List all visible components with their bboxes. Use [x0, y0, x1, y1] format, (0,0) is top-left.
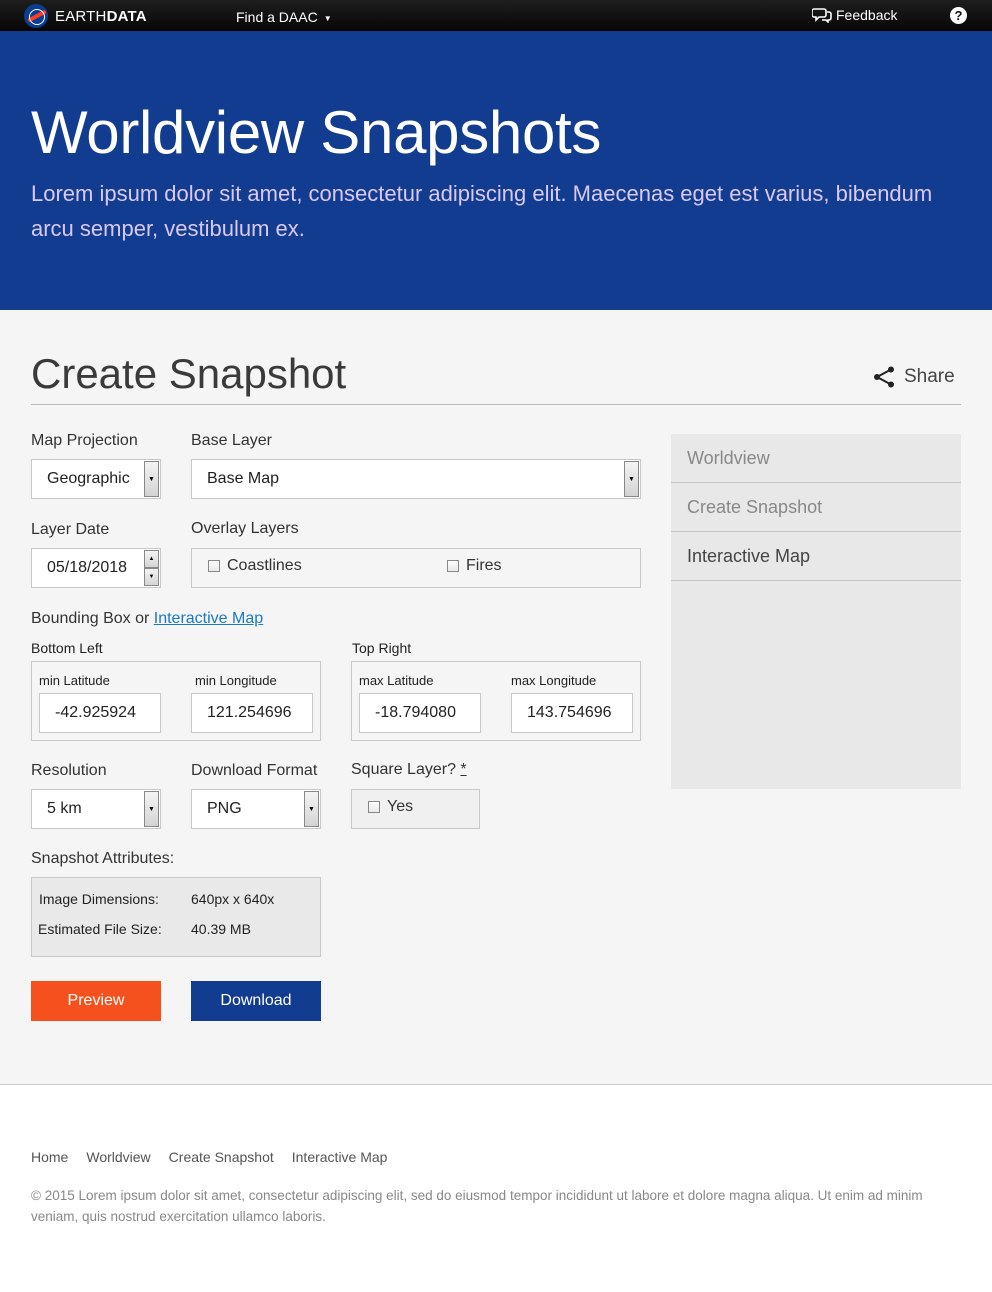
help-icon[interactable]: ?	[950, 7, 967, 24]
base-layer-select[interactable]: Base Map ▼	[191, 459, 641, 499]
hero-banner: Worldview Snapshots Lorem ipsum dolor si…	[0, 31, 992, 310]
hero-title: Worldview Snapshots	[31, 99, 602, 166]
resolution-value: 5 km	[47, 800, 82, 817]
image-dimensions-label: Image Dimensions:	[39, 891, 159, 907]
brand-name: EARTHDATA	[55, 7, 147, 25]
coastlines-checkbox[interactable]: Coastlines	[208, 557, 302, 575]
min-longitude-value: 121.254696	[207, 704, 292, 721]
share-button[interactable]: Share	[872, 365, 955, 389]
file-size-label: Estimated File Size:	[38, 921, 162, 937]
sidenav-item-interactive-map[interactable]: Interactive Map	[671, 532, 961, 581]
snapshot-attributes-label: Snapshot Attributes:	[31, 850, 175, 867]
layer-date-input[interactable]: 05/18/2018 ▲ ▼	[31, 548, 161, 588]
square-yes-checkbox[interactable]: Yes	[368, 798, 413, 816]
chevron-down-icon[interactable]: ▼	[624, 461, 639, 497]
square-layer-group: Yes	[351, 789, 480, 829]
max-latitude-value: -18.794080	[375, 704, 456, 721]
page-title: Create Snapshot	[31, 350, 347, 397]
sidenav-item-create-snapshot[interactable]: Create Snapshot	[671, 483, 961, 532]
download-format-select[interactable]: PNG ▼	[191, 789, 321, 829]
spin-up-icon[interactable]: ▲	[144, 550, 159, 568]
earthdata-logo[interactable]: EARTHDATA	[24, 4, 147, 28]
feedback-button[interactable]: Feedback	[812, 7, 897, 23]
chevron-down-icon[interactable]: ▼	[144, 461, 159, 497]
map-projection-select[interactable]: Geographic ▼	[31, 459, 161, 499]
find-daac-label: Find a DAAC	[236, 9, 318, 25]
min-longitude-input[interactable]: 121.254696	[191, 693, 313, 733]
bottom-left-label: Bottom Left	[31, 640, 103, 656]
max-latitude-input[interactable]: -18.794080	[359, 693, 481, 733]
max-latitude-label: max Latitude	[359, 673, 434, 688]
chevron-down-icon[interactable]: ▼	[304, 791, 319, 827]
download-button[interactable]: Download	[191, 981, 321, 1021]
checkbox-icon	[368, 801, 380, 813]
footer-link-home[interactable]: Home	[31, 1149, 68, 1165]
layer-date-label: Layer Date	[31, 521, 110, 538]
footer-link-interactive-map[interactable]: Interactive Map	[292, 1149, 388, 1165]
find-daac-menu[interactable]: Find a DAAC ▼	[236, 9, 332, 25]
map-projection-value: Geographic	[47, 470, 130, 487]
fires-checkbox[interactable]: Fires	[447, 557, 502, 575]
square-yes-label: Yes	[387, 798, 414, 815]
overlay-layers-group: Coastlines Fires	[191, 548, 641, 588]
bounding-box-label: Bounding Box or Interactive Map	[31, 610, 264, 627]
download-format-label: Download Format	[191, 762, 318, 779]
chat-bubbles-icon	[812, 8, 832, 23]
coastlines-label: Coastlines	[227, 557, 302, 574]
spin-down-icon[interactable]: ▼	[144, 568, 159, 586]
footer-link-worldview[interactable]: Worldview	[86, 1149, 150, 1165]
base-layer-label: Base Layer	[191, 432, 272, 449]
max-longitude-input[interactable]: 143.754696	[511, 693, 633, 733]
resolution-select[interactable]: 5 km ▼	[31, 789, 161, 829]
hero-subtitle: Lorem ipsum dolor sit amet, consectetur …	[31, 181, 933, 241]
footer-link-create-snapshot[interactable]: Create Snapshot	[169, 1149, 274, 1165]
side-navigation: Worldview Create Snapshot Interactive Ma…	[671, 434, 961, 789]
base-layer-value: Base Map	[207, 470, 280, 487]
copyright-text: © 2015 Lorem ipsum dolor sit amet, conse…	[31, 1188, 923, 1224]
snapshot-attributes-panel: Image Dimensions: 640px x 640x Estimated…	[31, 877, 321, 957]
max-longitude-label: max Longitude	[511, 673, 597, 688]
checkbox-icon	[208, 560, 220, 572]
square-layer-label: Square Layer? *	[351, 761, 467, 778]
share-icon	[874, 366, 894, 388]
main-content: Create Snapshot Share Map Projection Geo…	[0, 310, 992, 1085]
title-divider	[31, 404, 961, 405]
file-size-value: 40.39 MB	[191, 921, 251, 937]
overlay-layers-label: Overlay Layers	[191, 520, 299, 537]
top-navigation-bar: EARTHDATA Find a DAAC ▼ Feedback ?	[0, 0, 992, 31]
sidenav-item-worldview[interactable]: Worldview	[671, 434, 961, 483]
map-projection-label: Map Projection	[31, 432, 138, 449]
top-right-label: Top Right	[352, 640, 412, 656]
chevron-down-icon[interactable]: ▼	[144, 791, 159, 827]
min-latitude-value: -42.925924	[55, 704, 136, 721]
max-longitude-value: 143.754696	[527, 704, 612, 721]
fires-label: Fires	[466, 557, 502, 574]
min-latitude-input[interactable]: -42.925924	[39, 693, 161, 733]
min-latitude-label: min Latitude	[39, 673, 110, 688]
share-label: Share	[904, 366, 955, 387]
layer-date-value: 05/18/2018	[47, 559, 128, 576]
interactive-map-link[interactable]: Interactive Map	[154, 610, 263, 627]
min-longitude-label: min Longitude	[195, 673, 277, 688]
preview-button[interactable]: Preview	[31, 981, 161, 1021]
footer-links: Home Worldview Create Snapshot Interacti…	[31, 1149, 405, 1165]
download-format-value: PNG	[207, 800, 242, 817]
feedback-label: Feedback	[836, 7, 898, 23]
required-marker: *	[460, 761, 467, 778]
resolution-label: Resolution	[31, 762, 107, 779]
image-dimensions-value: 640px x 640x	[191, 891, 275, 907]
checkbox-icon	[447, 560, 459, 572]
nasa-logo-icon	[24, 4, 48, 28]
caret-down-icon: ▼	[323, 13, 332, 23]
